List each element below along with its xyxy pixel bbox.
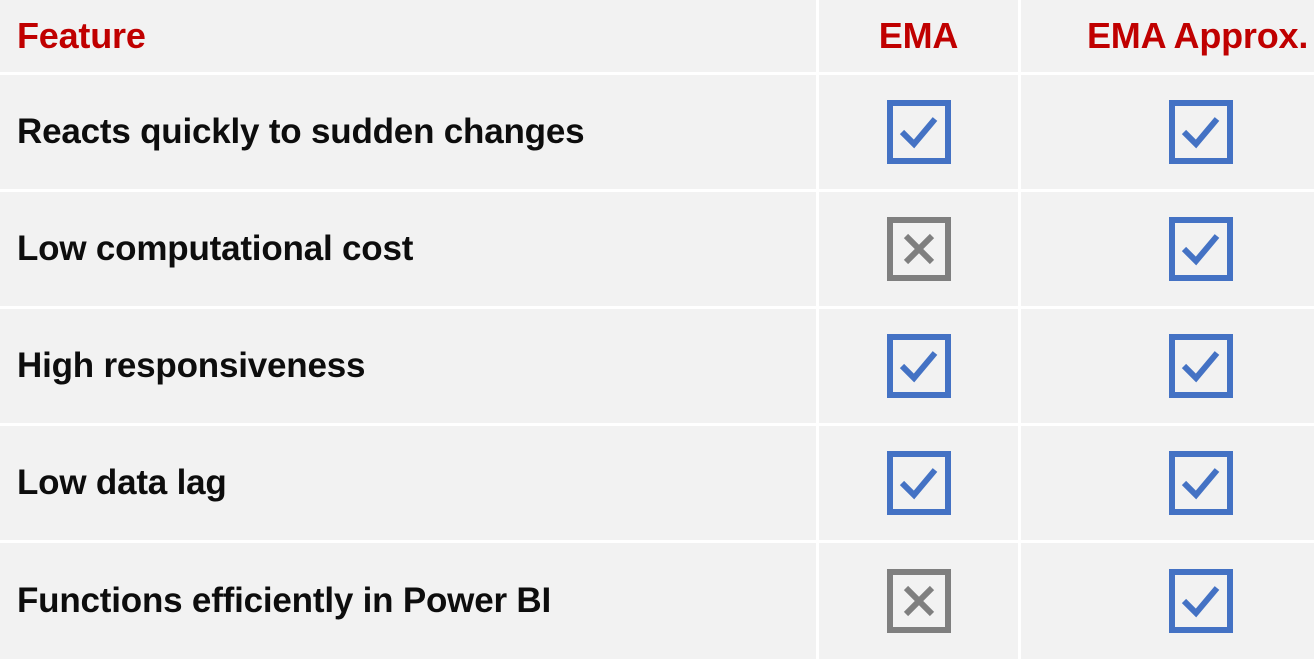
ema-approx-cell bbox=[1021, 75, 1314, 189]
ema-approx-cell bbox=[1021, 543, 1314, 659]
feature-cell: Functions efficiently in Power BI bbox=[0, 543, 816, 659]
feature-label: Low computational cost bbox=[17, 229, 414, 268]
feature-cell: High responsiveness bbox=[0, 309, 816, 423]
feature-label: Low data lag bbox=[17, 463, 227, 502]
header-ema-approx: EMA Approx. bbox=[1087, 15, 1309, 56]
ema-cell bbox=[819, 426, 1018, 540]
header-ema-cell: EMA bbox=[819, 0, 1018, 72]
ema-approx-cell bbox=[1021, 426, 1314, 540]
feature-cell: Reacts quickly to sudden changes bbox=[0, 75, 816, 189]
checkbox-checked-icon bbox=[1169, 569, 1233, 633]
ema-cell bbox=[819, 543, 1018, 659]
ema-approx-cell bbox=[1021, 192, 1314, 306]
feature-label: Reacts quickly to sudden changes bbox=[17, 112, 585, 151]
checkbox-checked-icon bbox=[1169, 334, 1233, 398]
ema-cell bbox=[819, 75, 1018, 189]
feature-cell: Low computational cost bbox=[0, 192, 816, 306]
feature-cell: Low data lag bbox=[0, 426, 816, 540]
ema-approx-cell bbox=[1021, 309, 1314, 423]
feature-label: Functions efficiently in Power BI bbox=[17, 581, 552, 620]
ema-cell bbox=[819, 192, 1018, 306]
header-feature-cell: Feature bbox=[0, 0, 816, 72]
header-feature: Feature bbox=[17, 15, 146, 56]
checkbox-checked-icon bbox=[1169, 451, 1233, 515]
comparison-table: Feature EMA EMA Approx. Reacts quickly t… bbox=[0, 0, 1314, 666]
checkbox-checked-icon bbox=[1169, 100, 1233, 164]
checkbox-cross-icon bbox=[886, 217, 951, 281]
feature-label: High responsiveness bbox=[17, 346, 366, 385]
checkbox-checked-icon bbox=[886, 451, 951, 515]
checkbox-checked-icon bbox=[886, 334, 951, 398]
header-ema: EMA bbox=[878, 15, 959, 56]
ema-cell bbox=[819, 309, 1018, 423]
header-ema-approx-cell: EMA Approx. bbox=[1021, 0, 1314, 72]
checkbox-checked-icon bbox=[886, 100, 951, 164]
checkbox-cross-icon bbox=[886, 569, 951, 633]
checkbox-checked-icon bbox=[1169, 217, 1233, 281]
